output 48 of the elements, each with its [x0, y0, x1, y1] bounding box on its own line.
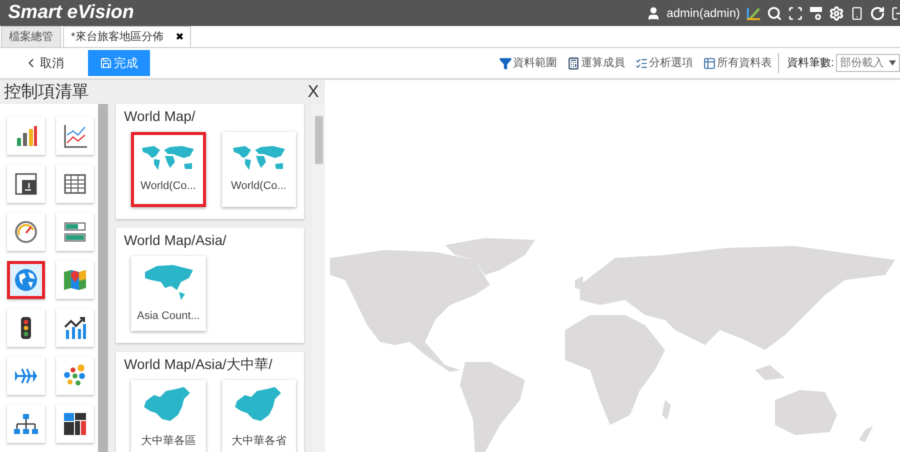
- toolbar-button[interactable]: 分析選項: [634, 54, 693, 72]
- gauge-icon: [13, 219, 39, 245]
- checklist-icon: [634, 56, 648, 70]
- group-title: World Map/Asia/大中華/: [124, 355, 274, 374]
- treemap-icon: [62, 411, 88, 437]
- org-chart-icon: [13, 411, 39, 437]
- map-pin-icon: [62, 267, 88, 293]
- fullscreen-icon[interactable]: [788, 6, 803, 20]
- tab-label: 檔案總管: [9, 30, 53, 45]
- filter-icon: [498, 56, 512, 70]
- scrollbar-thumb[interactable]: [314, 116, 322, 164]
- tab[interactable]: 檔案總管: [1, 26, 61, 47]
- map-template-card[interactable]: Asia Count...: [131, 256, 206, 331]
- toolbar-button[interactable]: 所有資料表: [702, 54, 772, 72]
- globe-icon: [13, 267, 39, 293]
- trend-chart-icon: [62, 315, 88, 341]
- toolbar-button[interactable]: 資料範圍: [498, 54, 557, 72]
- calculator-icon: [566, 56, 580, 70]
- pen-chart-icon[interactable]: [746, 6, 761, 20]
- cancel-button[interactable]: 取消: [24, 50, 64, 76]
- mobile-icon[interactable]: [850, 6, 864, 20]
- pivot-table-icon: [13, 171, 39, 197]
- tables-icon: [702, 56, 716, 70]
- user-name: admin(admin): [666, 5, 740, 22]
- world-map-icon: [230, 144, 287, 172]
- dropdown-caret-icon: [889, 60, 896, 66]
- asia-map-icon: [142, 262, 194, 302]
- world-map-icon: [140, 144, 196, 172]
- panel-close-button[interactable]: X: [308, 79, 319, 105]
- map-template-card[interactable]: World(Co...: [131, 132, 206, 207]
- search-icon[interactable]: [767, 6, 782, 20]
- group-title: World Map/: [124, 107, 196, 126]
- user-icon: [646, 6, 661, 20]
- map-template-card[interactable]: 大中華各區: [131, 380, 206, 452]
- save-icon: [100, 57, 112, 69]
- app-title: Smart eVision: [8, 0, 134, 25]
- line-chart-icon: [62, 123, 88, 149]
- toolbar-button[interactable]: 運算成員: [566, 54, 625, 72]
- settings-icon[interactable]: [829, 6, 844, 20]
- tab-close-button[interactable]: ✖: [175, 30, 184, 44]
- widget-tile[interactable]: [7, 261, 45, 299]
- record-count-select[interactable]: 部份載入: [836, 54, 900, 72]
- tab-label: *來台旅客地區分佈: [71, 30, 164, 45]
- tab[interactable]: *來台旅客地區分佈 ✖: [63, 26, 192, 47]
- record-count-label: 資料筆數:: [786, 56, 834, 71]
- refresh-icon[interactable]: [870, 6, 885, 20]
- group-title: World Map/Asia/: [124, 231, 228, 250]
- panel-title: 控制項清單: [4, 81, 89, 104]
